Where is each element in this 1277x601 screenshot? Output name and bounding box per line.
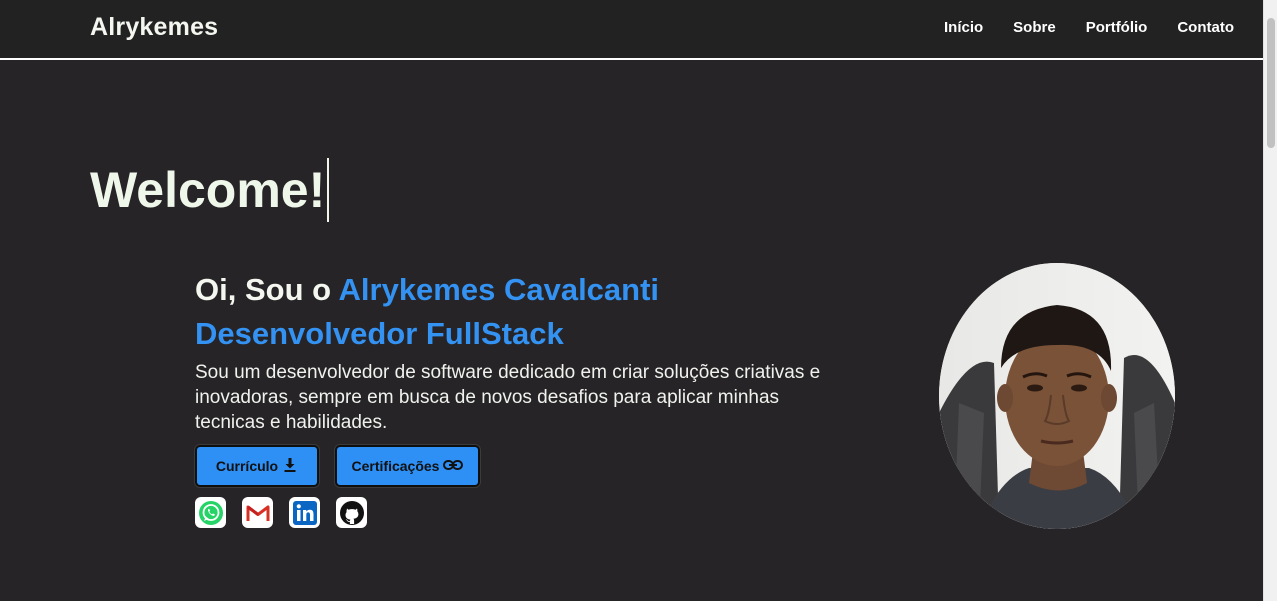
main-nav: Início Sobre Portfólio Contato <box>944 19 1234 36</box>
nav-link-portfolio[interactable]: Portfólio <box>1086 19 1148 36</box>
scrollbar-thumb[interactable] <box>1267 18 1275 148</box>
page-scrollbar[interactable] <box>1263 0 1277 601</box>
welcome-heading: Welcome! <box>90 158 330 222</box>
brand-logo[interactable]: Alrykemes <box>90 13 218 42</box>
curriculo-button[interactable]: Currículo <box>195 445 319 487</box>
greeting-prefix: Oi, Sou o <box>195 272 339 307</box>
social-links <box>195 497 845 528</box>
page: Alrykemes Início Sobre Portfólio Contato… <box>0 0 1277 601</box>
top-navbar: Alrykemes Início Sobre Portfólio Contato <box>0 0 1264 60</box>
typing-cursor <box>327 158 330 222</box>
certificacoes-button[interactable]: Certificações <box>335 445 480 487</box>
whatsapp-icon[interactable] <box>195 497 226 528</box>
link-icon <box>443 458 464 474</box>
hero-description: Sou um desenvolvedor de software dedicad… <box>195 362 821 433</box>
nav-link-sobre[interactable]: Sobre <box>1013 19 1056 36</box>
download-icon <box>282 457 298 476</box>
gmail-icon[interactable] <box>242 497 273 528</box>
curriculo-label: Currículo <box>215 458 279 474</box>
profile-photo <box>939 263 1175 529</box>
linkedin-icon[interactable] <box>289 497 320 528</box>
hero-section: Oi, Sou o Alrykemes Cavalcanti Desenvolv… <box>195 268 845 528</box>
hero-buttons: Currículo Certificações <box>195 445 845 487</box>
hero-greeting: Oi, Sou o Alrykemes Cavalcanti <box>195 268 845 312</box>
hero-role: Desenvolvedor FullStack <box>195 316 564 351</box>
hero-name: Alrykemes Cavalcanti <box>338 272 660 307</box>
github-icon[interactable] <box>336 497 367 528</box>
nav-link-inicio[interactable]: Início <box>944 19 983 36</box>
welcome-text: Welcome! <box>90 162 326 218</box>
nav-link-contato[interactable]: Contato <box>1177 19 1234 36</box>
certificacoes-label: Certificações <box>351 458 440 474</box>
